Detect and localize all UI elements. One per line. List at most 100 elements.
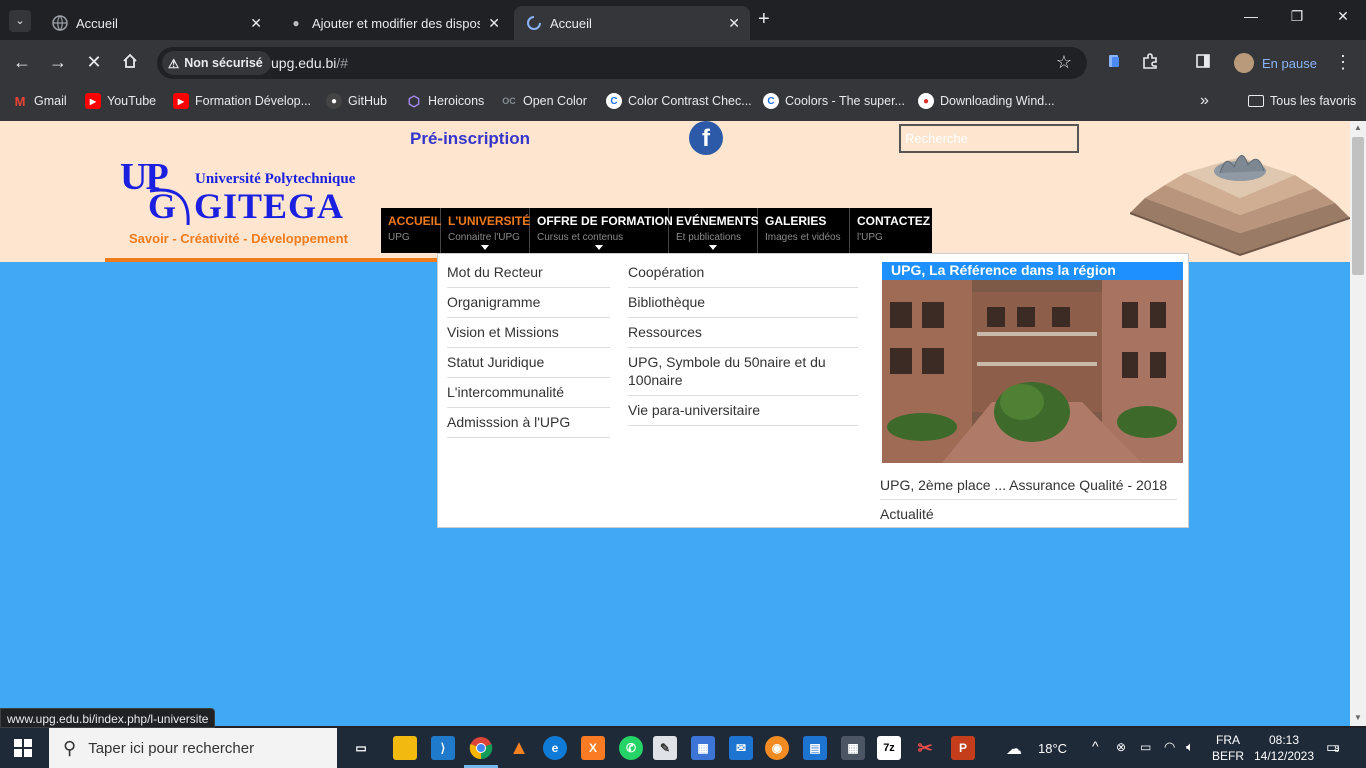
- minimize-icon[interactable]: —: [1239, 8, 1263, 24]
- edge-icon[interactable]: e: [543, 736, 567, 760]
- monument-image: [1130, 155, 1350, 257]
- nav-accueil[interactable]: ACCUEIL UPG: [381, 208, 441, 253]
- preinscription-link[interactable]: Pré-inscription: [410, 129, 530, 149]
- menu-item-vision-missions[interactable]: Vision et Missions: [447, 318, 610, 348]
- file-explorer-icon[interactable]: [393, 736, 417, 760]
- taskbar-search-box[interactable]: ⚲ Taper ici pour rechercher: [49, 728, 337, 768]
- app-orange-icon[interactable]: ◉: [765, 736, 789, 760]
- vscode-icon[interactable]: ⟩: [431, 736, 455, 760]
- extension-icon[interactable]: [1102, 52, 1126, 74]
- menu-item-bibliotheque[interactable]: Bibliothèque: [628, 288, 858, 318]
- nav-evenements[interactable]: EVÉNEMENTS Et publications: [669, 208, 759, 253]
- github-icon: ●: [326, 93, 342, 109]
- nav-contactez[interactable]: CONTACTEZ l'UPG: [850, 208, 932, 253]
- menu-item-cooperation[interactable]: Coopération: [628, 258, 858, 288]
- site-security-chip[interactable]: ⚠ Non sécurisé: [162, 51, 271, 75]
- nav-universite[interactable]: L'UNIVERSITÉ Connaitre l'UPG: [441, 208, 530, 253]
- nav-galeries[interactable]: GALERIES Images et vidéos: [758, 208, 850, 253]
- vlc-icon[interactable]: ▲: [507, 736, 531, 760]
- xampp-icon[interactable]: X: [581, 736, 605, 760]
- restore-icon[interactable]: ❐: [1285, 8, 1309, 25]
- caret-down-icon: [481, 245, 489, 250]
- featured-image[interactable]: UPG, La Référence dans la région: [882, 262, 1183, 463]
- profile-button[interactable]: En pause: [1234, 51, 1317, 75]
- home-icon[interactable]: [118, 52, 142, 75]
- menu-item-symbole[interactable]: UPG, Symbole du 50naire et du 100naire: [628, 348, 858, 396]
- show-hidden-icons[interactable]: ^: [1092, 738, 1099, 754]
- weather-temp[interactable]: 18°C: [1038, 741, 1067, 756]
- menu-item-admission[interactable]: Admisssion à l'UPG: [447, 408, 610, 438]
- back-icon[interactable]: ←: [10, 51, 34, 73]
- outlook-icon[interactable]: ▤: [803, 736, 827, 760]
- clock-date: 14/12/2023: [1253, 749, 1315, 763]
- window-close-icon[interactable]: ✕: [1331, 8, 1355, 25]
- mail-icon[interactable]: ✉: [729, 736, 753, 760]
- forward-icon[interactable]: →: [46, 51, 70, 73]
- bookmark-gmail[interactable]: M Gmail: [12, 92, 67, 110]
- tab-3-active[interactable]: Accueil ✕: [514, 6, 750, 40]
- news-item-assurance-qualite[interactable]: UPG, 2ème place ... Assurance Qualité - …: [880, 477, 1177, 500]
- menu-item-ressources[interactable]: Ressources: [628, 318, 858, 348]
- calculator-icon[interactable]: ▦: [841, 736, 865, 760]
- snipping-tool-icon[interactable]: ✂: [913, 736, 937, 760]
- extensions-puzzle-icon[interactable]: [1138, 52, 1162, 75]
- close-tab-icon[interactable]: ✕: [728, 15, 740, 32]
- url-host: upg.edu.bi: [271, 55, 337, 71]
- menu-item-organigramme[interactable]: Organigramme: [447, 288, 610, 318]
- upg-logo[interactable]: UP G Université Polytechnique GITEGA Sav…: [118, 155, 373, 251]
- app-icon[interactable]: ✎: [653, 736, 677, 760]
- task-view-icon[interactable]: ▭: [349, 736, 373, 760]
- weather-icon[interactable]: ☁: [1006, 739, 1022, 759]
- site-search-input[interactable]: [899, 124, 1079, 153]
- scroll-up-icon[interactable]: ▲: [1354, 123, 1362, 132]
- bookmark-star-icon[interactable]: ☆: [1052, 51, 1076, 73]
- bookmark-formation[interactable]: ▶ Formation Dévelop...: [173, 92, 311, 110]
- bookmark-coolors[interactable]: C Coolors - The super...: [763, 92, 905, 110]
- main-navigation: ACCUEIL UPG L'UNIVERSITÉ Connaitre l'UPG…: [381, 208, 932, 253]
- volume-icon[interactable]: 🔈︎: [1186, 739, 1194, 755]
- nav-offre-formation[interactable]: OFFRE DE FORMATION Cursus et contenus: [530, 208, 673, 253]
- menu-item-intercommunalite[interactable]: L'intercommunalité: [447, 378, 610, 408]
- tab-1[interactable]: Accueil ✕: [40, 6, 272, 40]
- bookmark-opencolor[interactable]: OC Open Color: [501, 92, 587, 110]
- wifi-icon[interactable]: ◠: [1164, 739, 1175, 755]
- tab-2[interactable]: ● Ajouter et modifier des disposit ✕: [276, 6, 510, 40]
- more-bookmarks-icon[interactable]: »: [1200, 92, 1209, 110]
- store-icon[interactable]: ▦: [691, 736, 715, 760]
- scroll-down-icon[interactable]: ▼: [1354, 713, 1362, 722]
- menu-kebab-icon[interactable]: ⋮: [1331, 51, 1355, 73]
- 7zip-icon[interactable]: 7z: [877, 736, 901, 760]
- search-icon: ⚲: [63, 737, 77, 758]
- clock[interactable]: 08:13 14/12/2023: [1250, 732, 1318, 764]
- menu-item-statut-juridique[interactable]: Statut Juridique: [447, 348, 610, 378]
- bookmark-contrast[interactable]: C Color Contrast Chec...: [606, 92, 752, 110]
- bookmark-heroicons[interactable]: ⬡ Heroicons: [406, 92, 484, 110]
- whatsapp-icon[interactable]: ✆: [619, 736, 643, 760]
- network-icon[interactable]: ⊗: [1116, 740, 1126, 754]
- bookmark-youtube[interactable]: ▶ YouTube: [85, 92, 156, 110]
- stop-loading-icon[interactable]: ✕: [82, 51, 106, 73]
- battery-icon[interactable]: ▭: [1140, 740, 1151, 754]
- new-tab-icon[interactable]: +: [758, 8, 770, 31]
- menu-item-vie-para-universitaire[interactable]: Vie para-universitaire: [628, 396, 858, 426]
- powerpoint-icon[interactable]: P: [951, 736, 975, 760]
- all-bookmarks[interactable]: Tous les favoris: [1248, 92, 1356, 110]
- loading-spinner-icon: [526, 15, 542, 31]
- tab-search-button[interactable]: ⌄: [9, 10, 31, 32]
- close-tab-icon[interactable]: ✕: [488, 15, 500, 32]
- side-panel-icon[interactable]: [1191, 52, 1215, 74]
- close-tab-icon[interactable]: ✕: [250, 15, 262, 32]
- page-viewport: Pré-inscription f UP G Université Polyte…: [0, 121, 1350, 726]
- language-indicator[interactable]: FRA BEFR: [1212, 732, 1244, 764]
- chrome-icon[interactable]: [469, 736, 493, 760]
- menu-item-mot-du-recteur[interactable]: Mot du Recteur: [447, 258, 610, 288]
- scrollbar-thumb[interactable]: [1352, 137, 1364, 275]
- news-item-actualite[interactable]: Actualité: [880, 506, 1177, 528]
- security-label: Non sécurisé: [184, 56, 263, 70]
- notification-center[interactable]: ▭8: [1326, 738, 1340, 756]
- facebook-icon[interactable]: f: [689, 121, 723, 155]
- bookmark-github[interactable]: ● GitHub: [326, 92, 387, 110]
- url-text[interactable]: upg.edu.bi/#: [271, 55, 348, 71]
- windows-start-icon[interactable]: [14, 739, 32, 762]
- bookmark-downloading[interactable]: ● Downloading Wind...: [918, 92, 1055, 110]
